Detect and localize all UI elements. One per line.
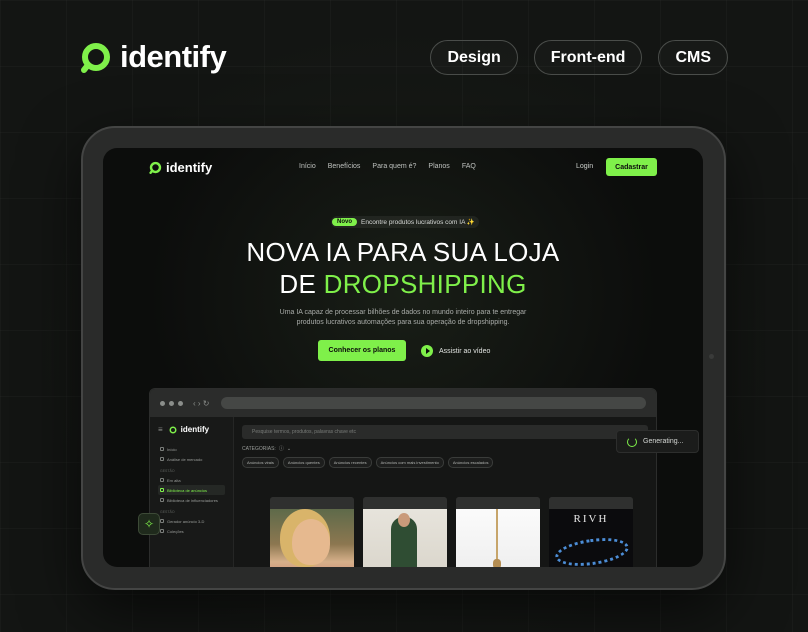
ad-card[interactable] [363,497,447,567]
sidebar-item-em-alta[interactable]: Em alta [158,475,225,485]
hero-title-line2: DE DROPSHIPPING [103,268,703,300]
sidebar-section: GESTÃO [160,510,175,514]
generating-label: Generating... [643,438,684,445]
sidebar-item-colecoes[interactable]: Coleções [158,526,225,536]
brand: identify [80,39,227,74]
hero-title-line1: NOVA IA PARA SUA LOJA [246,237,560,267]
sidebar-item-gerador[interactable]: Gerador anúncio 3-D [158,516,225,526]
categories-row: CATEGORIAS: ⓘ ⌄ [242,445,648,453]
tablet-screen: identify Início Benefícios Para quem é? … [103,148,703,567]
card-image [456,509,540,567]
card-image [270,509,354,567]
chip-quentes[interactable]: Anúncios quentes [282,457,325,468]
signup-button[interactable]: Cadastrar [606,158,657,176]
sparkle-icon[interactable]: ✧ [138,513,160,535]
ad-cards: RIVH [270,497,633,567]
card-header [549,497,633,509]
search-input[interactable]: Pesquise termos, produtos, palavras chav… [242,425,648,439]
card-header [363,497,447,509]
see-plans-button[interactable]: Conhecer os planos [318,340,406,361]
app-brand-name: identify [180,425,210,434]
sidebar-item-analise[interactable]: Análise de mercado [158,454,225,464]
badge-text: Encontre produtos lucrativos com IA ✨ [361,219,475,226]
ad-card[interactable] [456,497,540,567]
nav-beneficios[interactable]: Benefícios [328,163,361,170]
card-header [270,497,354,509]
categories-label: CATEGORIAS: [242,445,276,452]
app-browser-mockup: ‹ › ↻ ≡ identify Início Análise de merca… [149,388,657,567]
window-dot [178,400,183,406]
site-nav: Início Benefícios Para quem é? Planos FA… [299,163,476,170]
card-image: RIVH [549,509,633,567]
chevron-down-icon[interactable]: ⌄ [287,446,291,452]
info-icon: ⓘ [278,446,284,452]
play-icon [421,345,433,357]
card-brand-text: RIVH [573,513,609,525]
nav-faq[interactable]: FAQ [462,163,476,170]
card-image [363,509,447,567]
filter-chips: Anúncios virais Anúncios quentes Anúncio… [242,457,648,468]
identify-logo-icon [169,426,177,433]
nav-planos[interactable]: Planos [428,163,449,170]
app-brand: ≡ identify [158,425,225,434]
bracelet-graphic [553,533,631,567]
browser-toolbar: ‹ › ↻ [150,389,656,417]
watch-video-button[interactable]: Assistir ao vídeo [421,345,490,357]
sidebar-item-biblioteca-anuncios[interactable]: Biblioteca de anúncios [158,485,225,495]
chart-icon [160,457,164,461]
fire-icon [160,478,164,482]
menu-icon[interactable]: ≡ [158,425,163,434]
app-sidebar: ≡ identify Início Análise de mercado GES… [150,417,234,567]
generating-toast: Generating... [616,430,699,453]
watch-video-label: Assistir ao vídeo [439,347,491,355]
url-bar[interactable] [221,397,646,409]
library-icon [160,488,164,492]
hero-title-accent: DROPSHIPPING [323,269,527,299]
tag-list: Design Front-end CMS [430,40,728,75]
site-logo[interactable]: identify [149,160,212,175]
card-header [456,497,540,509]
sidebar-section: GESTÃO [160,469,175,473]
login-link[interactable]: Login [576,163,593,170]
nav-inicio[interactable]: Início [299,163,316,170]
tablet-camera [709,354,714,359]
announcement-badge[interactable]: Novo Encontre produtos lucrativos com IA… [331,216,479,228]
sidebar-item-biblioteca-influenciadores[interactable]: Biblioteca de influenciadores [158,495,225,505]
users-icon [160,498,164,502]
cube-icon [160,519,164,523]
back-forward-reload-icon[interactable]: ‹ › ↻ [193,399,209,408]
site-brand-name: identify [166,160,213,175]
identify-logo-icon [149,161,162,174]
ad-card[interactable] [270,497,354,567]
spinner-icon [627,436,637,447]
home-icon [160,447,164,451]
nav-para-quem[interactable]: Para quem é? [372,163,416,170]
hero-title-prefix: DE [279,269,317,299]
app-main: Pesquise termos, produtos, palavras chav… [242,425,648,567]
tag-design[interactable]: Design [430,40,518,75]
chip-escalados[interactable]: Anúncios escalados [447,457,494,468]
tag-front-end[interactable]: Front-end [533,40,643,75]
hero-description: Uma IA capaz de processar bilhões de dad… [279,309,527,326]
identify-logo-icon [81,43,110,73]
chip-investimento[interactable]: Anúncios com mais investimento [375,457,444,468]
badge-new: Novo [332,218,357,226]
chip-recentes[interactable]: Anúncios recentes [328,457,372,468]
brand-name: identify [120,39,227,74]
tag-cms[interactable]: CMS [658,40,728,75]
window-dot [160,400,165,406]
window-dot [169,400,174,406]
ad-card[interactable]: RIVH [549,497,633,567]
chip-virais[interactable]: Anúncios virais [242,457,279,468]
heart-icon [160,529,164,533]
search-placeholder: Pesquise termos, produtos, palavras chav… [252,429,356,435]
sidebar-item-inicio[interactable]: Início [158,444,225,454]
